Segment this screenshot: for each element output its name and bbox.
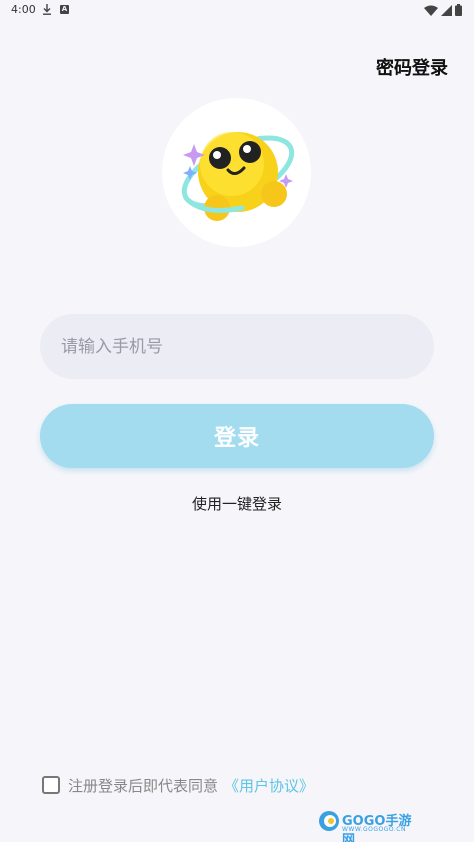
watermark-logo: GOGO手游网 WWW.GOGOGO.CN xyxy=(318,808,418,842)
phone-number-input[interactable] xyxy=(40,314,434,379)
status-icons xyxy=(424,4,462,16)
status-a-icon: A xyxy=(60,5,69,14)
app-logo-avatar xyxy=(162,98,311,247)
status-time: 4:00 xyxy=(11,3,36,16)
password-login-link[interactable]: 密码登录 xyxy=(376,54,448,80)
smiley-planet-icon xyxy=(181,132,295,221)
signal-icon xyxy=(441,4,452,16)
gogo-logo-icon xyxy=(319,811,339,831)
status-bar: 4:00 A xyxy=(0,0,474,22)
download-icon xyxy=(43,4,51,15)
one-key-login-link[interactable]: 使用一键登录 xyxy=(0,493,474,514)
login-button[interactable]: 登录 xyxy=(40,404,434,468)
agreement-checkbox[interactable] xyxy=(42,776,60,794)
agreement-row: 注册登录后即代表同意 《用户协议》 xyxy=(42,774,314,796)
phone-input-container xyxy=(40,314,434,379)
battery-icon xyxy=(455,4,462,16)
watermark-url: WWW.GOGOGO.CN xyxy=(342,826,406,833)
wifi-icon xyxy=(424,5,438,16)
agreement-text: 注册登录后即代表同意 xyxy=(68,776,219,795)
login-screen: 4:00 A 密码登录 请输入手机号 登录 使用一键登录 注册登录后即代表同意 … xyxy=(0,0,474,842)
